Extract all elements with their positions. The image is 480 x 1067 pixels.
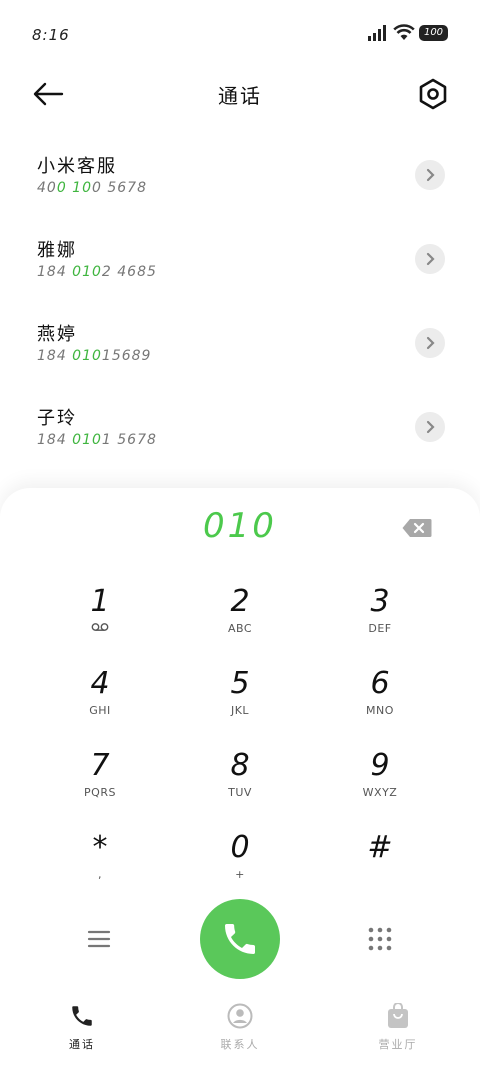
key-digit: 8: [230, 748, 250, 783]
voicemail-icon: [50, 622, 150, 636]
number-suffix: 1 5678: [101, 432, 157, 448]
chevron-right-icon: [426, 168, 435, 182]
status-bar: 8:16 100: [0, 0, 480, 64]
number-match: 0 10: [56, 180, 92, 196]
number-suffix: 2 4685: [101, 264, 157, 280]
key-digit: 0: [230, 830, 250, 865]
number-match: 010: [72, 264, 102, 280]
recent-call-row[interactable]: 小米客服 400 100 5678: [0, 138, 480, 222]
dial-key-4[interactable]: 4 GHI: [50, 666, 150, 738]
store-bag-icon: [388, 1003, 408, 1028]
bottom-tab-bar: 通话 联系人 营业厅: [0, 988, 480, 1067]
dial-key-7[interactable]: 7 PQRS: [50, 748, 150, 820]
contact-name: 子玲: [37, 408, 77, 429]
detail-chevron-button[interactable]: [415, 160, 445, 190]
key-letters: JKL: [230, 704, 250, 717]
tab-label: 联系人: [220, 1038, 260, 1051]
tab-store[interactable]: 营业厅: [348, 1002, 448, 1052]
key-digit: 4: [90, 666, 110, 701]
recent-calls-list: 小米客服 400 100 5678 雅娜 184 0102 4685 燕婷 18…: [0, 138, 480, 474]
backspace-icon[interactable]: [402, 518, 432, 538]
contact-name: 小米客服: [37, 156, 117, 177]
contact-number: 184 0102 4685: [37, 264, 157, 280]
battery-level: 100: [423, 27, 444, 38]
key-letters: WXYZ: [362, 786, 398, 799]
cellular-signal-icon: [368, 25, 386, 41]
key-digit: 9: [370, 748, 390, 783]
page-title: 通话: [218, 84, 262, 108]
contact-number: 184 0101 5678: [37, 432, 157, 448]
key-letters: ,: [98, 868, 102, 881]
contacts-icon: [227, 1003, 253, 1029]
key-digit: #: [367, 830, 393, 865]
dial-key-hash[interactable]: #: [330, 830, 430, 902]
key-letters: +: [235, 868, 245, 881]
key-letters: GHI: [89, 704, 111, 717]
dialpad-grid-icon[interactable]: [367, 926, 393, 952]
tab-calls[interactable]: 通话: [32, 1002, 132, 1052]
contact-number: 184 01015689: [37, 348, 151, 364]
number-match: 010: [72, 432, 102, 448]
key-digit: 1: [90, 584, 110, 619]
contact-name: 燕婷: [37, 324, 77, 345]
key-digit: 7: [90, 748, 110, 783]
tab-label: 营业厅: [378, 1038, 418, 1051]
number-suffix: 0 5678: [92, 180, 147, 196]
number-prefix: 40: [37, 180, 57, 196]
detail-chevron-button[interactable]: [415, 244, 445, 274]
dial-key-5[interactable]: 5 JKL: [190, 666, 290, 738]
detail-chevron-button[interactable]: [415, 328, 445, 358]
key-digit: 5: [230, 666, 250, 701]
wifi-icon: [393, 24, 415, 40]
recent-call-row[interactable]: 子玲 184 0101 5678: [0, 390, 480, 474]
number-prefix: 184: [37, 264, 73, 280]
call-button[interactable]: [200, 899, 280, 979]
key-letters: MNO: [366, 704, 394, 717]
key-letters: ABC: [227, 622, 253, 635]
key-letters: PQRS: [84, 786, 116, 799]
recent-call-row[interactable]: 燕婷 184 01015689: [0, 306, 480, 390]
battery-icon: 100: [419, 25, 448, 41]
chevron-right-icon: [426, 252, 435, 266]
dial-key-9[interactable]: 9 WXYZ: [330, 748, 430, 820]
tab-label: 通话: [69, 1038, 95, 1051]
chevron-right-icon: [426, 336, 435, 350]
number-prefix: 184: [37, 348, 73, 364]
dial-key-0[interactable]: 0 +: [190, 830, 290, 902]
key-digit: 6: [370, 666, 390, 701]
key-digit: 2: [230, 584, 250, 619]
detail-chevron-button[interactable]: [415, 412, 445, 442]
status-time: 8:16: [32, 26, 70, 44]
app-header: 通话: [0, 68, 480, 120]
dial-key-3[interactable]: 3 DEF: [330, 584, 430, 656]
chevron-right-icon: [426, 420, 435, 434]
contact-number: 400 100 5678: [37, 180, 147, 196]
menu-icon[interactable]: [86, 926, 112, 952]
number-prefix: 184: [37, 432, 73, 448]
key-letters: [330, 868, 430, 882]
dial-key-6[interactable]: 6 MNO: [330, 666, 430, 738]
recent-call-row[interactable]: 雅娜 184 0102 4685: [0, 222, 480, 306]
dial-key-star[interactable]: * ,: [50, 830, 150, 902]
dial-key-2[interactable]: 2 ABC: [190, 584, 290, 656]
number-suffix: 15689: [101, 348, 152, 364]
dial-key-8[interactable]: 8 TUV: [190, 748, 290, 820]
key-digit: *: [92, 830, 108, 865]
phone-icon: [72, 1006, 92, 1026]
dial-key-1[interactable]: 1: [50, 584, 150, 656]
dialpad-panel: 010 1 2 ABC 3 DEF 4 GHI 5 JKL 6 MNO 7 PQ…: [0, 488, 480, 1067]
key-letters: DEF: [368, 622, 392, 635]
dialer-actions: [0, 898, 480, 980]
key-letters: TUV: [228, 786, 252, 799]
phone-icon: [225, 924, 255, 954]
number-match: 010: [72, 348, 102, 364]
contact-name: 雅娜: [37, 240, 77, 261]
tab-contacts[interactable]: 联系人: [190, 1002, 290, 1052]
key-digit: 3: [370, 584, 390, 619]
settings-hexagon-icon[interactable]: [415, 76, 451, 112]
